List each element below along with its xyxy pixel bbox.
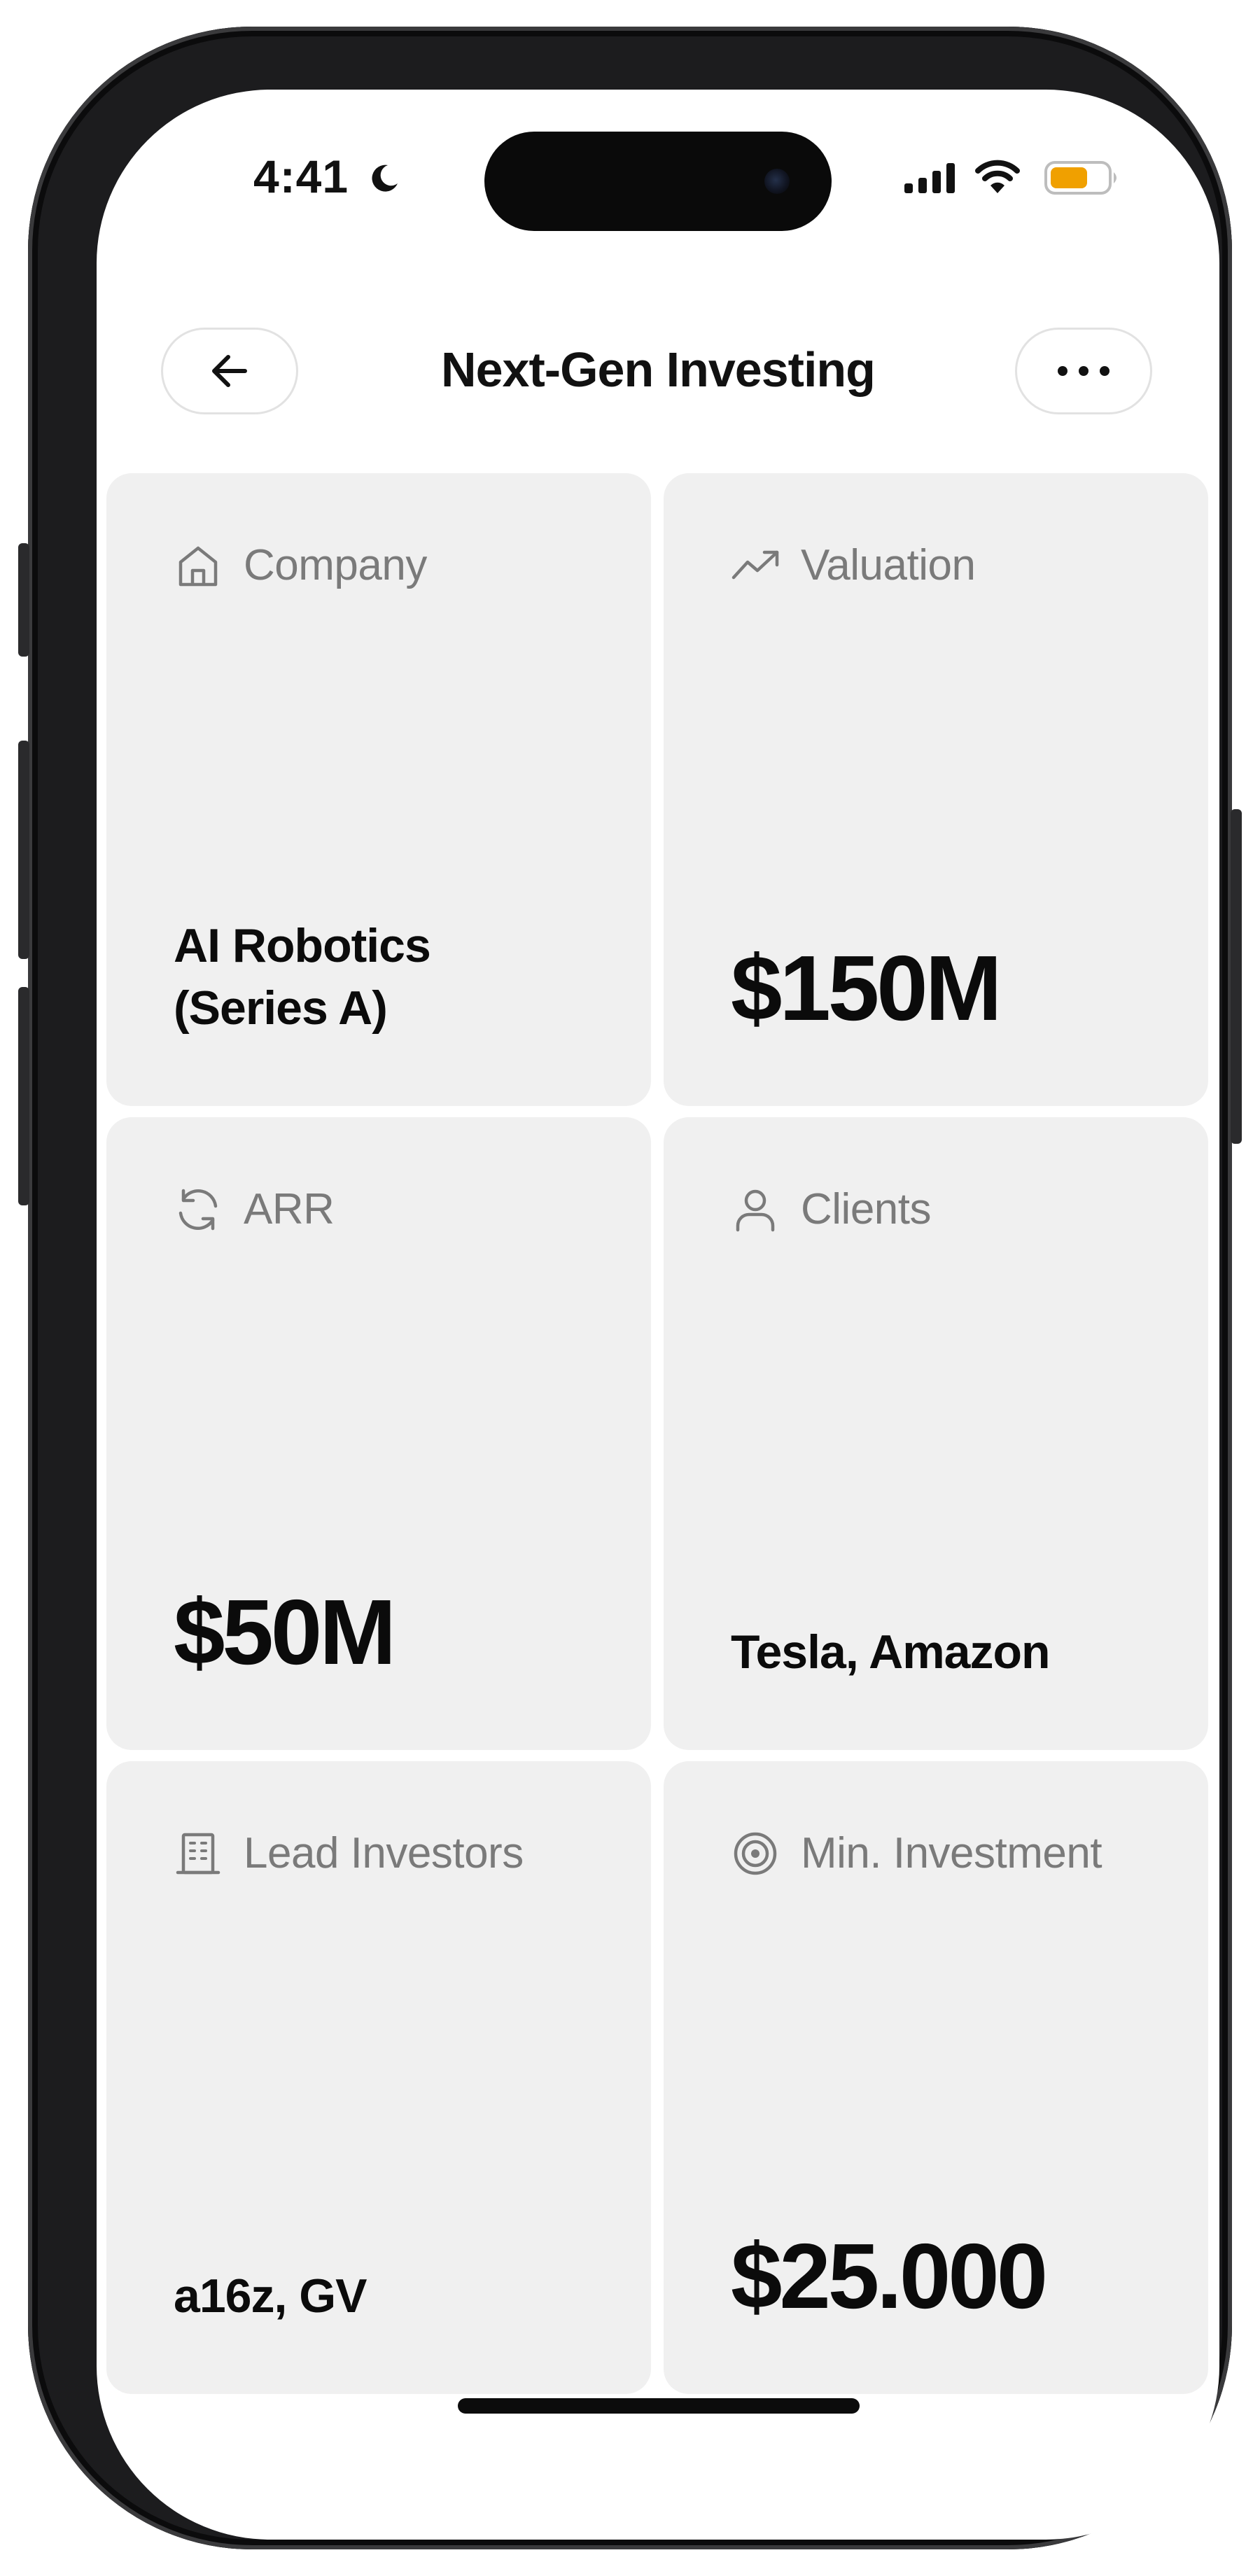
cellular-signal-icon (904, 163, 955, 193)
card-label: Company (244, 541, 427, 589)
status-time: 4:41 (253, 150, 349, 202)
screen: 4:41 Next-Gen Investing Company AI Robot… (97, 90, 1219, 2540)
card-header: Company (174, 540, 427, 590)
front-camera (764, 169, 790, 194)
more-horizontal-icon (1058, 366, 1110, 376)
more-options-button[interactable] (1015, 328, 1152, 414)
dynamic-island (484, 132, 832, 231)
lead-investors-card[interactable]: Lead Investors a16z, GV (106, 1761, 651, 2394)
arr-card[interactable]: ARR $50M (106, 1117, 651, 1750)
phone-frame: 4:41 Next-Gen Investing Company AI Robot… (18, 27, 1242, 2549)
card-label: Lead Investors (244, 1829, 524, 1877)
company-card[interactable]: Company AI Robotics (Series A) (106, 473, 651, 1106)
moon-icon (372, 164, 398, 192)
home-indicator[interactable] (458, 2398, 860, 2414)
refresh-icon (178, 1189, 218, 1230)
card-header: Lead Investors (174, 1828, 524, 1878)
card-header: ARR (174, 1184, 335, 1234)
card-header: Min. Investment (731, 1828, 1102, 1878)
building-icon (176, 1833, 220, 1874)
clients-value: Tesla, Amazon (731, 1625, 1051, 1679)
company-round: (Series A) (174, 981, 388, 1035)
power-button (1231, 809, 1242, 1144)
action-button (18, 543, 29, 657)
card-label: ARR (244, 1185, 335, 1233)
user-icon (736, 1189, 775, 1231)
company-value: AI Robotics (Series A) (174, 915, 431, 1039)
battery-icon (1044, 161, 1116, 195)
volume-down-button (18, 987, 29, 1205)
wifi-icon (975, 160, 1020, 193)
page-title: Next-Gen Investing (441, 342, 876, 397)
lead-investors-value: a16z, GV (174, 2269, 367, 2323)
card-header: Valuation (731, 540, 976, 590)
target-icon (734, 1832, 777, 1875)
card-label: Valuation (801, 541, 976, 589)
trending-up-icon (732, 550, 779, 579)
valuation-card[interactable]: Valuation $150M (664, 473, 1208, 1106)
volume-up-button (18, 741, 29, 959)
arr-value: $50M (174, 1581, 396, 1684)
min-investment-value: $25.000 (731, 2225, 1048, 2328)
clients-card[interactable]: Clients Tesla, Amazon (664, 1117, 1208, 1750)
card-label: Clients (801, 1185, 932, 1233)
card-header: Clients (731, 1184, 932, 1234)
card-label: Min. Investment (801, 1829, 1102, 1877)
back-button[interactable] (161, 328, 298, 414)
min-investment-card[interactable]: Min. Investment $25.000 (664, 1761, 1208, 2394)
home-icon (178, 546, 218, 586)
company-name: AI Robotics (174, 919, 431, 973)
arrow-left-icon (212, 355, 247, 387)
valuation-value: $150M (731, 937, 1002, 1040)
